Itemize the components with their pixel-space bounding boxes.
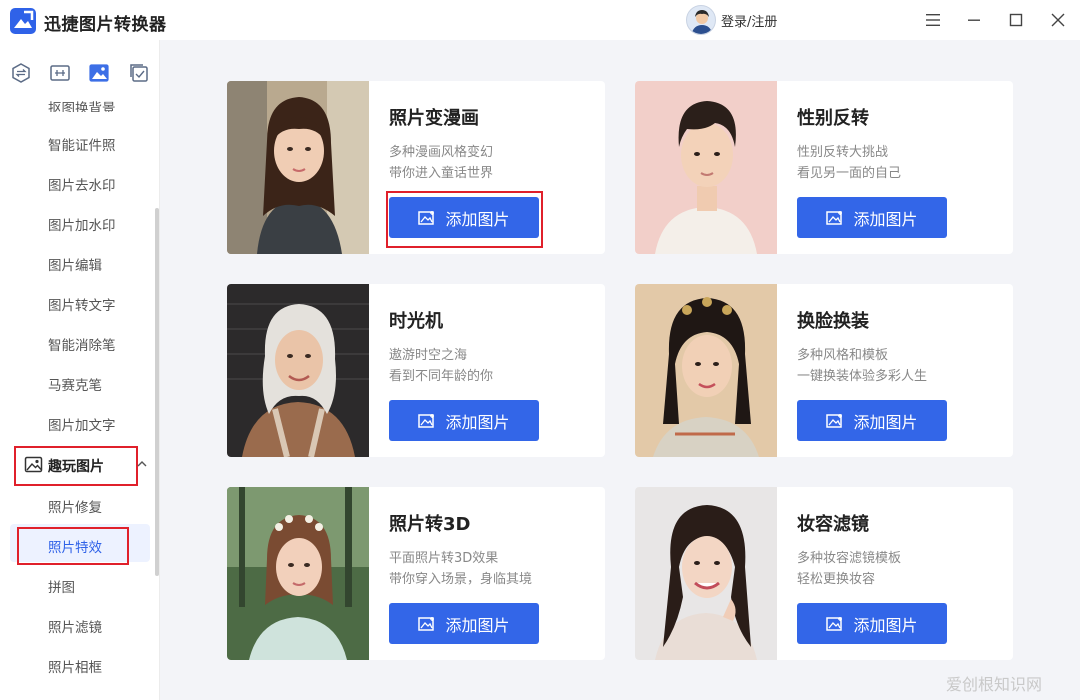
sidebar-item-photo-filter[interactable]: 照片滤镜 [48,616,102,636]
batch-icon[interactable] [128,62,150,84]
sidebar-item-photo-effects[interactable]: 照片特效 [48,536,102,556]
app-title: 迅捷图片转换器 [44,15,167,35]
sidebar-item-image-to-text[interactable]: 图片转文字 [48,294,116,314]
card-time-machine: 时光机 遨游时空之海 看到不同年龄的你 添加图片 [227,284,605,457]
card-description: 看到不同年龄的你 [389,369,494,384]
add-image-label: 添加图片 [853,615,918,635]
sidebar: 抠图换背景 智能证件照 图片去水印 图片加水印 图片编辑 图片转文字 智能消除笔… [0,40,160,700]
user-avatar-icon [691,10,713,34]
sidebar-item-image-edit[interactable]: 图片编辑 [48,254,102,274]
login-button[interactable]: 登录/注册 [686,5,777,35]
portrait-image [635,81,777,254]
card-title: 照片变漫画 [389,108,479,129]
add-image-icon [826,616,843,631]
add-image-label: 添加图片 [853,412,918,432]
card-title: 换脸换装 [797,311,869,332]
title-bar: 迅捷图片转换器 登录/注册 [0,0,1080,40]
card-gender-swap: 性别反转 性别反转大挑战 看见另一面的自己 添加图片 [635,81,1013,254]
add-image-label: 添加图片 [445,615,510,635]
menu-icon [926,14,940,26]
maximize-button[interactable] [999,4,1033,36]
minimize-icon [968,19,980,21]
card-description: 多种风格和模板 [797,348,889,363]
sidebar-item-id-photo[interactable]: 智能证件照 [48,134,116,154]
portrait-image [635,284,777,457]
card-makeup-filter: 妆容滤镜 多种妆容滤镜模板 轻松更换妆容 添加图片 [635,487,1013,660]
avatar [686,5,716,35]
app-logo-icon [10,8,36,34]
login-label: 登录/注册 [721,14,778,30]
add-image-button[interactable]: 添加图片 [389,603,539,644]
card-title: 时光机 [389,311,443,332]
card-face-swap: 换脸换装 多种风格和模板 一键换装体验多彩人生 添加图片 [635,284,1013,457]
card-description: 多种漫画风格变幻 [389,145,494,160]
sidebar-group-label: 趣玩图片 [48,459,104,475]
main-content: 照片变漫画 多种漫画风格变幻 带你进入童话世界 添加图片 性别反转 性别反转大挑… [160,40,1080,700]
close-icon [1051,13,1065,27]
portrait-image [635,487,777,660]
add-image-button[interactable]: 添加图片 [797,603,947,644]
sidebar-item-photo-repair[interactable]: 照片修复 [48,496,102,516]
card-description: 带你穿入场景，身临其境 [389,572,533,587]
card-description: 带你进入童话世界 [389,166,494,181]
maximize-icon [1009,13,1023,27]
sidebar-item-add-text[interactable]: 图片加文字 [48,414,116,434]
sidebar-item-collage[interactable]: 拼图 [48,576,75,596]
sidebar-item-eraser[interactable]: 智能消除笔 [48,334,116,354]
portrait-image [227,81,369,254]
sidebar-icon-bar [0,54,159,94]
compress-icon[interactable] [49,62,71,84]
card-description: 一键换装体验多彩人生 [797,369,928,384]
add-image-icon [418,413,435,428]
convert-icon[interactable] [10,62,32,84]
watermark-text: 爱创根知识网 [946,675,1043,694]
card-description: 性别反转大挑战 [797,145,889,160]
button-annotation-box [386,191,543,248]
card-description: 看见另一面的自己 [797,166,902,181]
card-title: 性别反转 [797,108,869,129]
add-image-button[interactable]: 添加图片 [389,400,539,441]
card-title: 照片转3D [389,514,471,535]
chevron-up-icon[interactable] [136,459,148,469]
portrait-image [227,487,369,660]
sidebar-item-cutout[interactable]: 抠图换背景 [48,98,116,112]
add-image-icon [826,210,843,225]
sidebar-item-mosaic[interactable]: 马赛克笔 [48,374,102,394]
portrait-image [227,284,369,457]
sidebar-item-photo-frame[interactable]: 照片相框 [48,656,102,676]
card-photo-to-3d: 照片转3D 平面照片转3D效果 带你穿入场景，身临其境 添加图片 [227,487,605,660]
sidebar-item-remove-watermark[interactable]: 图片去水印 [48,174,116,194]
sidebar-scrollbar[interactable] [155,208,159,576]
add-image-icon [418,616,435,631]
card-description: 平面照片转3D效果 [389,551,499,566]
close-button[interactable] [1041,4,1075,36]
card-description: 遨游时空之海 [389,348,468,363]
add-image-icon [826,413,843,428]
card-description: 轻松更换妆容 [797,572,876,587]
add-image-button[interactable]: 添加图片 [797,400,947,441]
fun-image-icon [24,456,43,473]
image-edit-icon[interactable] [88,62,110,84]
add-image-label: 添加图片 [445,412,510,432]
card-title: 妆容滤镜 [797,514,869,535]
card-description: 多种妆容滤镜模板 [797,551,902,566]
sidebar-item-add-watermark[interactable]: 图片加水印 [48,214,116,234]
add-image-button[interactable]: 添加图片 [797,197,947,238]
minimize-button[interactable] [957,4,991,36]
add-image-label: 添加图片 [853,209,918,229]
menu-button[interactable] [916,4,950,36]
